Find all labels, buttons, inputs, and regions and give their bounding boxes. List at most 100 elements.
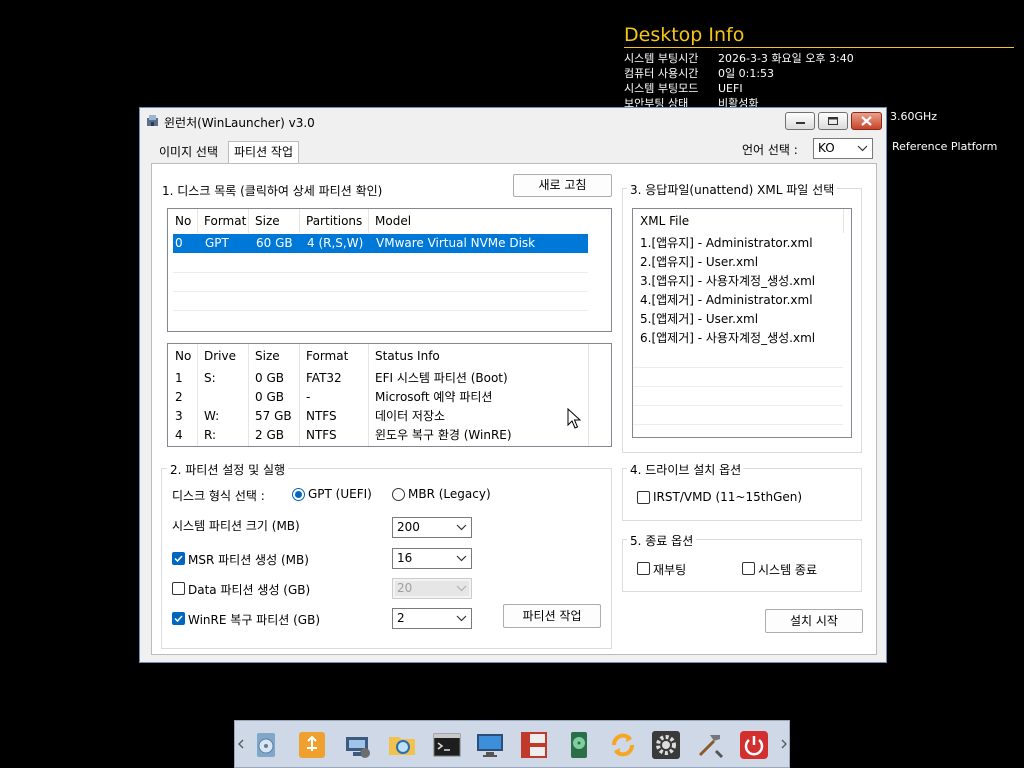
irst-checkbox[interactable] (637, 491, 650, 504)
disk-no: 0 (173, 234, 198, 253)
chevron-down-icon (456, 615, 467, 622)
tab-partition-work[interactable]: 파티션 작업 (228, 141, 300, 165)
msr-checkbox[interactable] (172, 552, 185, 565)
disk-list-header: No Format Size Partitions Model (168, 209, 611, 228)
gpt-label[interactable]: GPT (UEFI) (308, 487, 372, 501)
column-header[interactable]: Partitions (299, 209, 368, 233)
mbr-radio[interactable] (392, 488, 405, 501)
msr-size-select[interactable]: 16 (392, 548, 472, 569)
shutdown-checkbox[interactable] (742, 562, 755, 575)
reboot-checkbox[interactable] (637, 562, 650, 575)
monitor-icon[interactable] (474, 729, 506, 761)
partition-work-button[interactable]: 파티션 작업 (503, 604, 601, 628)
desktop-info-row: 시스템 부팅모드 UEFI (624, 82, 743, 95)
desktop-info-cpu: 3.60GHz (890, 110, 938, 123)
disk-list[interactable]: No Format Size Partitions Model 0 GPT 60… (167, 208, 612, 332)
data-partition-checkbox[interactable] (172, 582, 185, 595)
command-prompt-icon[interactable] (431, 729, 463, 761)
xml-file-item[interactable]: 1.[앱유지] - Administrator.xml (633, 234, 843, 253)
close-button[interactable] (851, 112, 882, 130)
column-header[interactable]: Size (248, 344, 298, 368)
minimize-icon (796, 122, 805, 124)
winre-checkbox[interactable] (172, 612, 185, 625)
winre-size-select[interactable]: 2 (392, 608, 472, 629)
column-header[interactable]: Drive (197, 344, 247, 368)
power-icon[interactable] (738, 729, 770, 761)
xml-file-list[interactable]: XML File 1.[앱유지] - Administrator.xml 2.[… (632, 208, 852, 438)
partition-row[interactable]: 3 W: 57 GB NTFS 데이터 저장소 (168, 407, 611, 426)
xml-file-item[interactable]: 6.[앱제거] - 사용자계정_생성.xml (633, 329, 843, 348)
setup-disc-icon[interactable] (251, 729, 283, 761)
column-divider (248, 209, 249, 233)
desktop-info-row: 시스템 부팅시간 2026-3-3 화요일 오후 3:40 (624, 52, 854, 65)
partition-row[interactable]: 4 R: 2 GB NTFS 윈도우 복구 환경 (WinRE) (168, 426, 611, 445)
scroll-left-icon[interactable] (237, 739, 245, 749)
partition-status: EFI 시스템 파티션 (Boot) (375, 371, 508, 385)
sync-icon[interactable] (607, 729, 639, 761)
reboot-label[interactable]: 재부팅 (653, 561, 686, 578)
column-header[interactable]: Status Info (368, 344, 588, 368)
msr-label[interactable]: MSR 파티션 생성 (MB) (188, 551, 309, 568)
partition-row[interactable]: 2 0 GB - Microsoft 예약 파티션 (168, 388, 611, 407)
tools-icon[interactable] (694, 729, 726, 761)
partition-no: 2 (175, 390, 183, 404)
folder-search-icon[interactable] (386, 729, 418, 761)
start-install-button[interactable]: 설치 시작 (765, 609, 863, 633)
launcher-taskbar (234, 720, 790, 768)
column-divider (197, 209, 198, 233)
xml-column-header[interactable]: XML File (633, 209, 843, 233)
partition-drive (197, 388, 248, 407)
partition-size: 0 GB (255, 371, 284, 385)
row-divider (173, 272, 588, 273)
column-header[interactable]: No (168, 344, 196, 368)
disk-model: VMware Virtual NVMe Disk (369, 234, 588, 253)
column-header[interactable]: Size (248, 209, 298, 233)
column-header[interactable]: Model (368, 209, 588, 233)
gpt-radio[interactable] (292, 488, 305, 501)
close-icon (861, 116, 872, 126)
partition-tab-panel: 1. 디스크 목록 (클릭하여 상세 파티션 확인) 새로 고침 No Form… (151, 163, 877, 655)
data-partition-label[interactable]: Data 파티션 생성 (GB) (188, 581, 310, 598)
column-header[interactable]: Format (299, 344, 368, 368)
settings-gear-icon[interactable] (650, 729, 682, 761)
desktop-info-title: Desktop Info (624, 24, 745, 46)
language-label: 언어 선택 : (742, 143, 798, 157)
shutdown-label[interactable]: 시스템 종료 (758, 561, 817, 578)
chevron-down-icon (857, 145, 868, 152)
xml-file-item[interactable]: 2.[앱유지] - User.xml (633, 253, 843, 272)
maximize-button[interactable] (818, 112, 848, 130)
system-size-select[interactable]: 200 (392, 517, 472, 538)
xml-file-item[interactable]: 3.[앱유지] - 사용자계정_생성.xml (633, 272, 843, 291)
mouse-cursor-icon (567, 408, 581, 429)
partition-size: 0 GB (255, 390, 284, 404)
title-bar[interactable]: 윈런처(WinLauncher) v3.0 (140, 108, 886, 134)
column-header[interactable]: No (168, 209, 196, 233)
partition-list[interactable]: No Drive Size Format Status Info 1 S: 0 … (167, 343, 612, 447)
disk-check-icon[interactable] (563, 729, 595, 761)
row-divider (633, 424, 843, 425)
tab-image-select[interactable]: 이미지 선택 (154, 142, 223, 163)
irst-label[interactable]: IRST/VMD (11~15thGen) (653, 490, 802, 504)
scroll-right-icon[interactable] (780, 739, 788, 749)
exit-options-title: 5. 종료 옵션 (627, 532, 697, 549)
network-settings-icon[interactable] (341, 729, 373, 761)
xml-file-item[interactable]: 4.[앱제거] - Administrator.xml (633, 291, 843, 310)
partition-format: FAT32 (306, 371, 342, 385)
language-select[interactable]: KO (813, 138, 873, 159)
partition-drive: S: (204, 371, 216, 385)
disk-row[interactable]: 0 GPT 60 GB 4 (R,S,W) VMware Virtual NVM… (168, 234, 588, 253)
partition-row[interactable]: 1 S: 0 GB FAT32 EFI 시스템 파티션 (Boot) (168, 369, 611, 388)
check-icon (174, 615, 183, 623)
disk-list-title: 1. 디스크 목록 (클릭하여 상세 파티션 확인) (162, 184, 383, 198)
xml-file-item[interactable]: 5.[앱제거] - User.xml (633, 310, 843, 329)
minimize-button[interactable] (785, 112, 815, 130)
column-header[interactable]: Format (197, 209, 247, 233)
partition-list-header: No Drive Size Format Status Info (168, 344, 611, 363)
partition-tool-icon[interactable] (518, 729, 550, 761)
data-size-select: 20 (392, 578, 472, 599)
usb-drive-icon[interactable] (296, 729, 328, 761)
mbr-label[interactable]: MBR (Legacy) (408, 487, 491, 501)
winre-label[interactable]: WinRE 복구 파티션 (GB) (188, 611, 320, 628)
refresh-button[interactable]: 새로 고침 (513, 174, 612, 197)
row-divider (633, 405, 843, 406)
